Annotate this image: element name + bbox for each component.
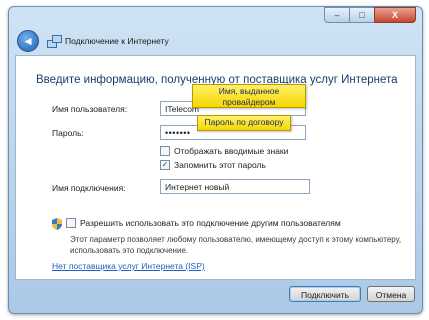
cancel-button[interactable]: Отмена [367,286,415,302]
connection-name-label: Имя подключения: [52,183,126,193]
caption-buttons: – □ X [324,7,416,23]
allow-others-description: Этот параметр позволяет любому пользоват… [70,235,402,255]
show-characters-checkbox[interactable]: Отображать вводимые знаки [160,146,288,156]
checkbox-icon [160,146,170,156]
network-connection-icon [47,35,62,48]
password-hint-callout: Пароль по договору [197,115,291,131]
username-hint-callout: Имя, выданное провайдером [192,84,306,108]
allow-others-checkbox[interactable]: Разрешить использовать это подключение д… [66,218,341,228]
connect-button[interactable]: Подключить [289,286,361,302]
password-label: Пароль: [52,128,84,138]
show-characters-label: Отображать вводимые знаки [174,146,289,156]
allow-others-label: Разрешить использовать это подключение д… [80,218,341,228]
minimize-button[interactable]: – [324,7,350,23]
connection-name-field[interactable]: Интернет новый [160,179,310,194]
dialog-window: – □ X ◄ Подключение к Интернету Введите … [8,6,423,314]
remember-password-label: Запомнить этот пароль [174,160,266,170]
maximize-button[interactable]: □ [349,7,375,23]
no-isp-link[interactable]: Нет поставщика услуг Интернета (ISP) [52,261,205,271]
username-label: Имя пользователя: [52,104,128,114]
uac-shield-icon [52,218,62,230]
checkmark-icon: ✓ [160,160,170,170]
title-bar: ◄ Подключение к Интернету [17,29,169,53]
checkbox-icon [66,218,76,228]
back-arrow-icon[interactable]: ◄ [17,30,39,52]
remember-password-checkbox[interactable]: ✓ Запомнить этот пароль [160,160,266,170]
window-title: Подключение к Интернету [65,36,169,46]
close-button[interactable]: X [374,7,416,23]
